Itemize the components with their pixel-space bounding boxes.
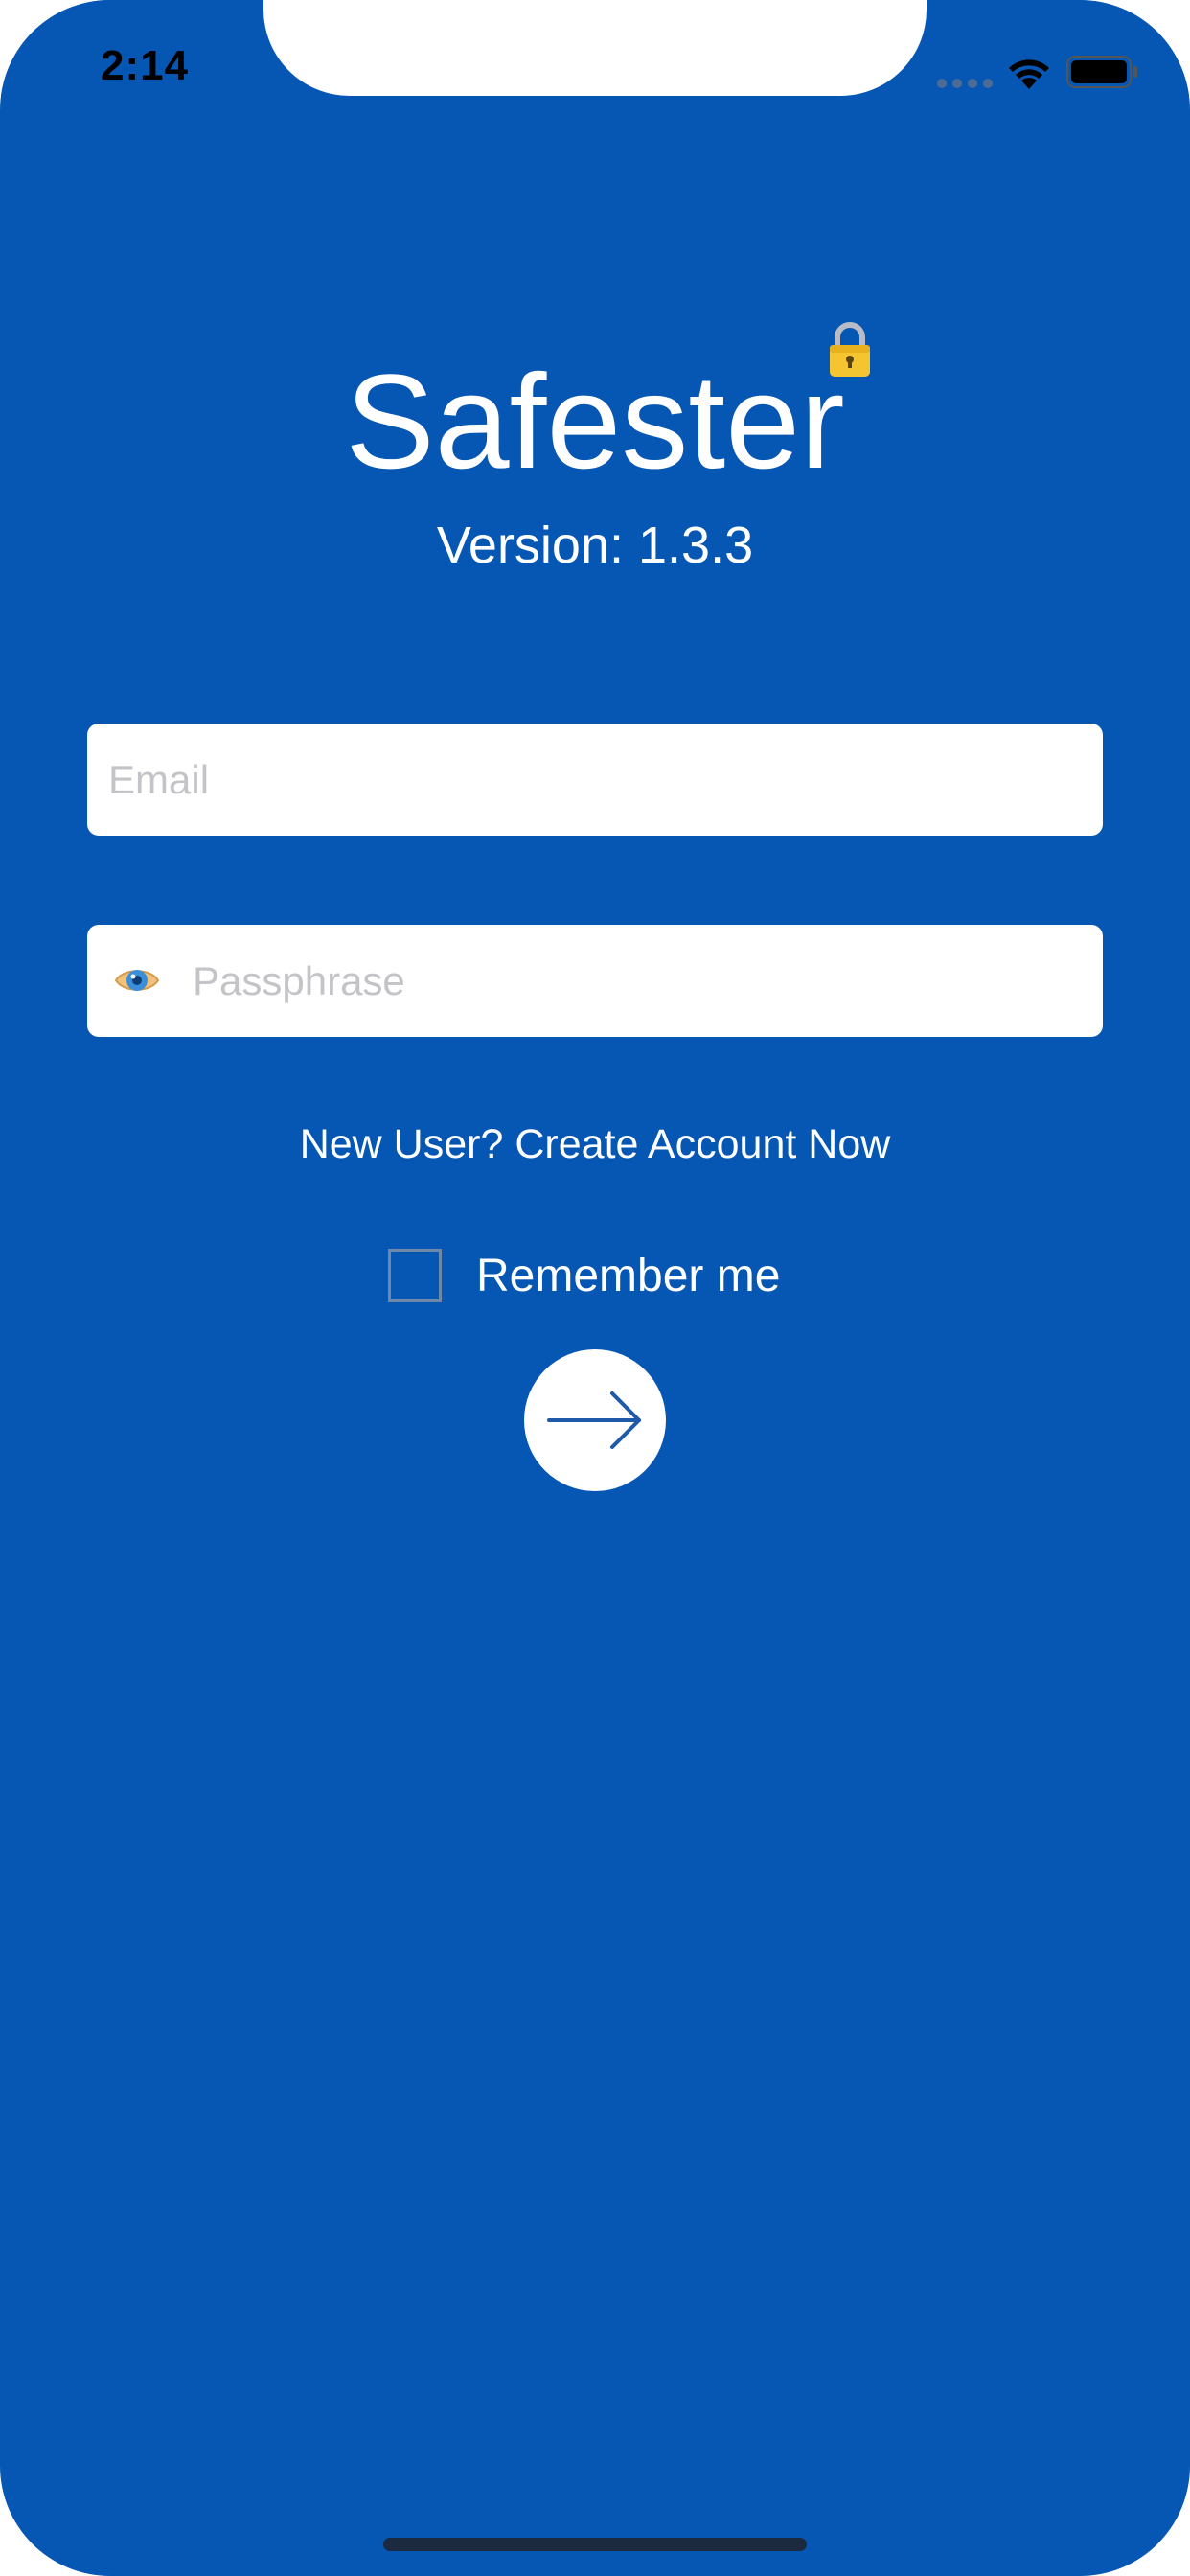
email-field-container (87, 724, 1103, 836)
email-field[interactable] (108, 724, 1076, 836)
status-time: 2:14 (101, 42, 190, 89)
remember-me-row[interactable]: Remember me (388, 1246, 780, 1305)
signal-dots-icon (937, 79, 993, 88)
device-notch (263, 0, 927, 96)
create-account-link[interactable]: New User? Create Account Now (0, 1121, 1190, 1168)
wifi-icon (1009, 59, 1049, 89)
app-screen: 2:14 Safester Version: 1.3.3 New User? C… (0, 0, 1190, 2576)
passphrase-field[interactable] (193, 925, 1074, 1037)
remember-me-checkbox[interactable] (388, 1249, 442, 1302)
login-submit-button[interactable] (524, 1349, 666, 1491)
version-label: Version: 1.3.3 (436, 517, 754, 574)
app-title: Safester (345, 346, 845, 496)
battery-icon (1066, 56, 1137, 88)
home-indicator[interactable] (383, 2538, 807, 2551)
passphrase-field-container (87, 925, 1103, 1037)
eye-icon[interactable] (114, 960, 160, 1000)
arrow-right-icon (547, 1392, 641, 1449)
lock-icon (830, 322, 870, 377)
remember-me-label[interactable]: Remember me (476, 1250, 780, 1302)
